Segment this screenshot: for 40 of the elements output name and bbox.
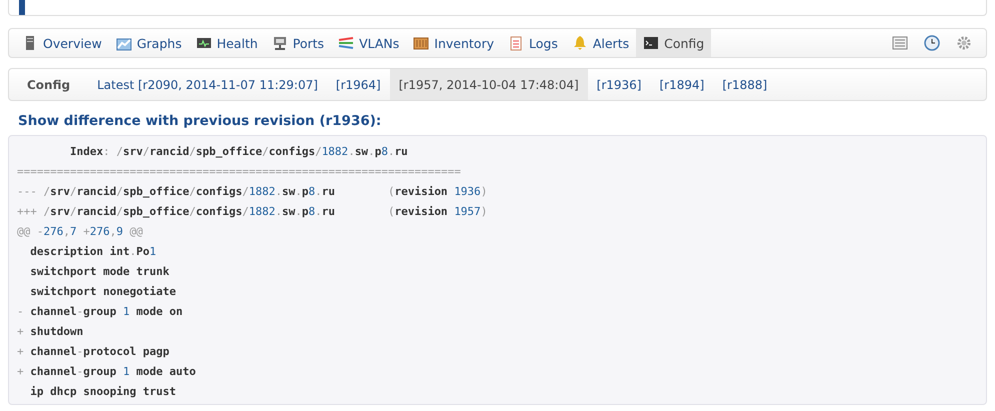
diff-line: switchport mode trunk — [29, 264, 170, 280]
clipboard-icon — [508, 35, 524, 51]
tab[interactable]: Config — [636, 29, 712, 57]
tab[interactable]: Health — [188, 29, 265, 57]
diff-line: + channel-protocol pagp — [16, 344, 170, 360]
box-icon — [413, 35, 430, 51]
diff-line: =================================================================== — [16, 164, 461, 180]
tab[interactable]: Overview — [15, 29, 109, 57]
revision-link[interactable]: [r1936] — [588, 69, 650, 100]
diff-line: + shutdown — [16, 324, 84, 340]
revision-link[interactable]: [r1888] — [713, 69, 776, 100]
clock-icon[interactable] — [924, 35, 940, 51]
diff-line: +++ /srv/rancid/spb_office/configs/1882.sw.p8.ru (revision 1957) — [16, 204, 488, 220]
network-port-icon — [272, 35, 288, 51]
revision-link[interactable]: [r1894] — [650, 69, 714, 100]
tab[interactable]: VLANs — [331, 29, 406, 57]
diff-line: + channel-group 1 mode auto — [16, 364, 196, 380]
diff-line: Index: /srv/rancid/spb_office/configs/1882.sw.p8.ru — [68, 144, 408, 160]
list-icon[interactable] — [892, 35, 908, 51]
monitor-icon — [196, 35, 212, 51]
diff-line: ip dhcp snooping trust — [29, 384, 176, 400]
tab[interactable]: Alerts — [564, 29, 636, 57]
layers-icon — [338, 35, 354, 51]
tab[interactable]: Ports — [264, 29, 332, 57]
bell-icon — [572, 35, 588, 51]
revision-link[interactable]: [r1964] — [326, 69, 390, 100]
tab[interactable]: Graphs — [108, 29, 189, 57]
terminal-icon — [643, 35, 660, 51]
diff-line: - channel-group 1 mode on — [16, 304, 183, 320]
revision-label: Config — [26, 76, 72, 94]
revision-link[interactable]: [r1957, 2014-10-04 17:48:04] — [390, 69, 588, 100]
diff-line: description int.Po1 — [29, 244, 156, 260]
diff-line: switchport nonegotiate — [29, 284, 176, 300]
revision-link[interactable]: Latest [r2090, 2014-11-07 11:29:07] — [88, 69, 327, 100]
section-heading: Show difference with previous revision (r1936): — [18, 113, 382, 129]
diff-line: --- /srv/rancid/spb_office/configs/1882.sw.p8.ru (revision 1936) — [16, 184, 488, 200]
diff-line: @@ -276,7 +276,9 @@ — [16, 224, 143, 240]
tab[interactable]: Inventory — [406, 29, 501, 57]
tab[interactable]: Logs — [501, 29, 565, 57]
settings-icon[interactable] — [956, 35, 972, 51]
